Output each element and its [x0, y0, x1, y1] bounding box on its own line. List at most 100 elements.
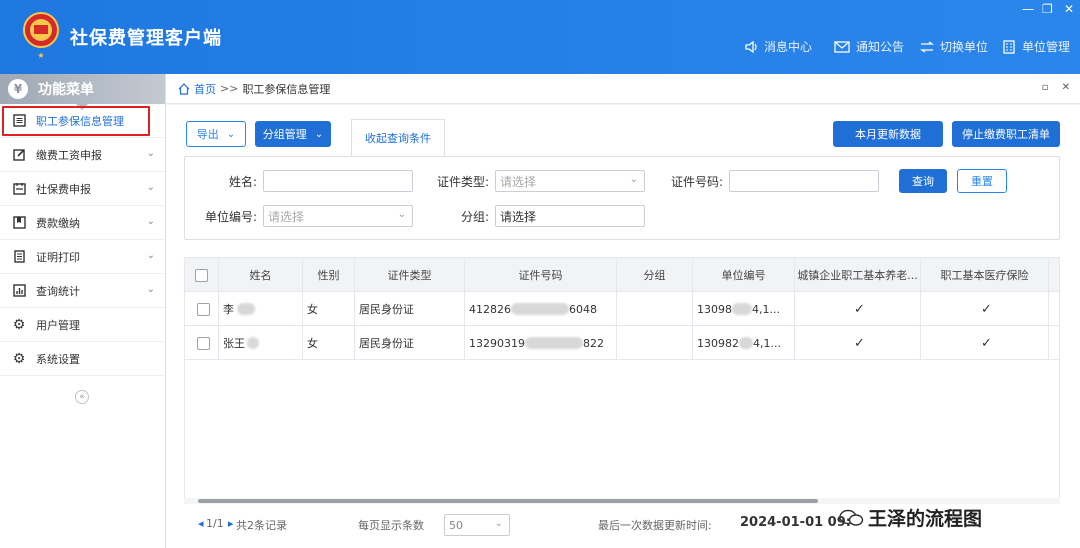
header-group[interactable]: 分组: [617, 258, 693, 292]
sidebar-item-payment[interactable]: 费款缴纳 ⌄: [0, 206, 165, 240]
chevron-down-icon: ⌄: [629, 174, 638, 185]
chevron-down-icon: ⌄: [226, 128, 236, 140]
id-prefix: 412826: [469, 302, 511, 316]
check-icon: ✓: [981, 301, 992, 317]
header-id-type[interactable]: 证件类型: [355, 258, 465, 292]
check-icon: ✓: [854, 335, 865, 351]
sidebar-title: 功能菜单: [38, 82, 94, 98]
sidebar-item-label: 查询统计: [36, 284, 80, 298]
sidebar: ¥ 功能菜单 职工参保信息管理 缴费工资申报 ⌄ 社保费申报 ⌄ 费款缴纳 ⌄ …: [0, 74, 166, 548]
sidebar-item-label: 系统设置: [36, 352, 80, 366]
tax-emblem-icon: ★: [20, 10, 62, 62]
cell-id-number: 13290319 822: [465, 326, 617, 360]
header-gender[interactable]: 性别: [303, 258, 355, 292]
unit-number-label: 单位编号:: [204, 210, 257, 224]
page-size-select[interactable]: 50 ⌄: [444, 514, 510, 536]
notice-button[interactable]: 通知公告: [834, 38, 904, 55]
close-tab-icon[interactable]: ✕: [1062, 82, 1070, 93]
reset-button[interactable]: 重置: [957, 169, 1007, 193]
id-number-label: 证件号码:: [670, 175, 723, 189]
tab-controls: ▫ ✕: [1042, 82, 1070, 93]
sidebar-item-query-stats[interactable]: 查询统计 ⌄: [0, 274, 165, 308]
unit-suffix: 4,1...: [752, 302, 780, 316]
message-center-button[interactable]: 消息中心: [744, 38, 812, 55]
unit-manage-button[interactable]: 单位管理: [1002, 38, 1070, 55]
table-row[interactable]: 张王 女 居民身份证 13290319 822 130982 4,1... ✓ ✓: [185, 326, 1059, 360]
app-title: 社保费管理客户端: [70, 28, 222, 49]
sidebar-item-wage-declare[interactable]: 缴费工资申报 ⌄: [0, 138, 165, 172]
breadcrumb: 首页 >> 职工参保信息管理 ▫ ✕: [166, 74, 1080, 104]
next-page-icon[interactable]: ▸: [228, 517, 234, 530]
row-select-cell: [185, 326, 219, 360]
table-row[interactable]: 李 女 居民身份证 412826 6048 13098 4,1... ✓ ✓: [185, 292, 1059, 326]
sidebar-item-label: 费款缴纳: [36, 216, 80, 230]
prev-page-icon[interactable]: ◂: [198, 517, 204, 530]
watermark-text: 王泽的流程图: [868, 508, 983, 530]
name-text: 张王: [223, 337, 245, 350]
total-records: 共2条记录: [236, 519, 287, 532]
sidebar-item-system-settings[interactable]: ⚙ 系统设置: [0, 342, 165, 376]
id-number-input[interactable]: [729, 170, 879, 192]
export-dropdown-button[interactable]: 导出 ⌄: [186, 121, 246, 147]
restore-tab-icon[interactable]: ▫: [1042, 82, 1049, 93]
update-month-data-button[interactable]: 本月更新数据: [833, 121, 943, 147]
cell-group: [617, 292, 693, 326]
restore-icon[interactable]: ❐: [1042, 2, 1053, 16]
chevron-down-icon: ⌄: [314, 128, 324, 140]
switch-unit-label: 切换单位: [940, 40, 989, 54]
id-type-label: 证件类型:: [436, 175, 489, 189]
scrollbar-thumb[interactable]: [198, 499, 818, 503]
collapse-sidebar-button[interactable]: «: [75, 390, 89, 404]
stop-payment-list-button[interactable]: 停止缴费职工清单: [952, 121, 1060, 147]
minimize-icon[interactable]: —: [1022, 2, 1034, 16]
last-update-label: 最后一次数据更新时间:: [598, 519, 712, 532]
chevron-down-icon: ⌄: [146, 148, 155, 159]
header-pension[interactable]: 城镇企业职工基本养老...: [795, 258, 921, 292]
group-select[interactable]: 请选择: [495, 205, 645, 227]
select-all-checkbox[interactable]: [195, 268, 208, 282]
cell-gender: 女: [303, 292, 355, 326]
name-input[interactable]: [263, 170, 413, 192]
close-icon[interactable]: ✕: [1064, 2, 1074, 16]
last-update-value: 2024-01-01 09:: [740, 515, 851, 530]
group-manage-label: 分组管理: [262, 128, 307, 141]
tab-collapse-query[interactable]: 收起查询条件: [351, 119, 445, 157]
sidebar-item-employee-info[interactable]: 职工参保信息管理: [0, 104, 165, 138]
chevron-down-icon: ⌄: [146, 216, 155, 227]
sidebar-item-label: 社保费申报: [36, 182, 91, 196]
cell-pension: ✓: [795, 326, 921, 360]
row-checkbox[interactable]: [197, 336, 210, 350]
cell-id-type: 居民身份证: [355, 326, 465, 360]
gear-icon: ⚙: [12, 316, 26, 333]
page-size-label: 每页显示条数: [358, 519, 424, 532]
unit-suffix: 4,1...: [753, 336, 781, 350]
row-checkbox[interactable]: [197, 302, 210, 316]
app-header: ★ 社保费管理客户端 — ❐ ✕ 消息中心 通知公告 切换单位 单位管理: [0, 0, 1080, 74]
unit-number-placeholder: 请选择: [268, 209, 305, 224]
breadcrumb-home-link[interactable]: 首页: [194, 81, 216, 97]
sidebar-item-user-manage[interactable]: ⚙ 用户管理: [0, 308, 165, 342]
message-center-label: 消息中心: [764, 40, 813, 54]
book-icon: [12, 216, 26, 230]
header-unit-number[interactable]: 单位编号: [693, 258, 795, 292]
id-type-select[interactable]: 请选择 ⌄: [495, 170, 645, 192]
header-medical[interactable]: 职工基本医疗保险: [921, 258, 1049, 292]
sidebar-item-fee-declare[interactable]: 社保费申报 ⌄: [0, 172, 165, 206]
notice-label: 通知公告: [856, 40, 905, 54]
chart-icon: [12, 284, 26, 298]
switch-unit-button[interactable]: 切换单位: [920, 38, 988, 55]
select-all-cell: [185, 258, 219, 292]
sidebar-item-certificate-print[interactable]: 证明打印 ⌄: [0, 240, 165, 274]
unit-prefix: 13098: [697, 302, 732, 316]
sidebar-item-label: 用户管理: [36, 318, 80, 332]
group-manage-dropdown-button[interactable]: 分组管理 ⌄: [255, 121, 331, 147]
unit-number-select[interactable]: 请选择 ⌄: [263, 205, 413, 227]
header-name[interactable]: 姓名: [219, 258, 303, 292]
query-button[interactable]: 查询: [899, 169, 947, 193]
breadcrumb-separator: >>: [220, 82, 239, 95]
employee-table: 姓名 性别 证件类型 证件号码 分组 单位编号 城镇企业职工基本养老... 职工…: [184, 257, 1060, 501]
name-text: 李: [223, 303, 234, 316]
svg-text:★: ★: [37, 51, 44, 60]
sidebar-item-label: 证明打印: [36, 250, 80, 264]
header-id-number[interactable]: 证件号码: [465, 258, 617, 292]
